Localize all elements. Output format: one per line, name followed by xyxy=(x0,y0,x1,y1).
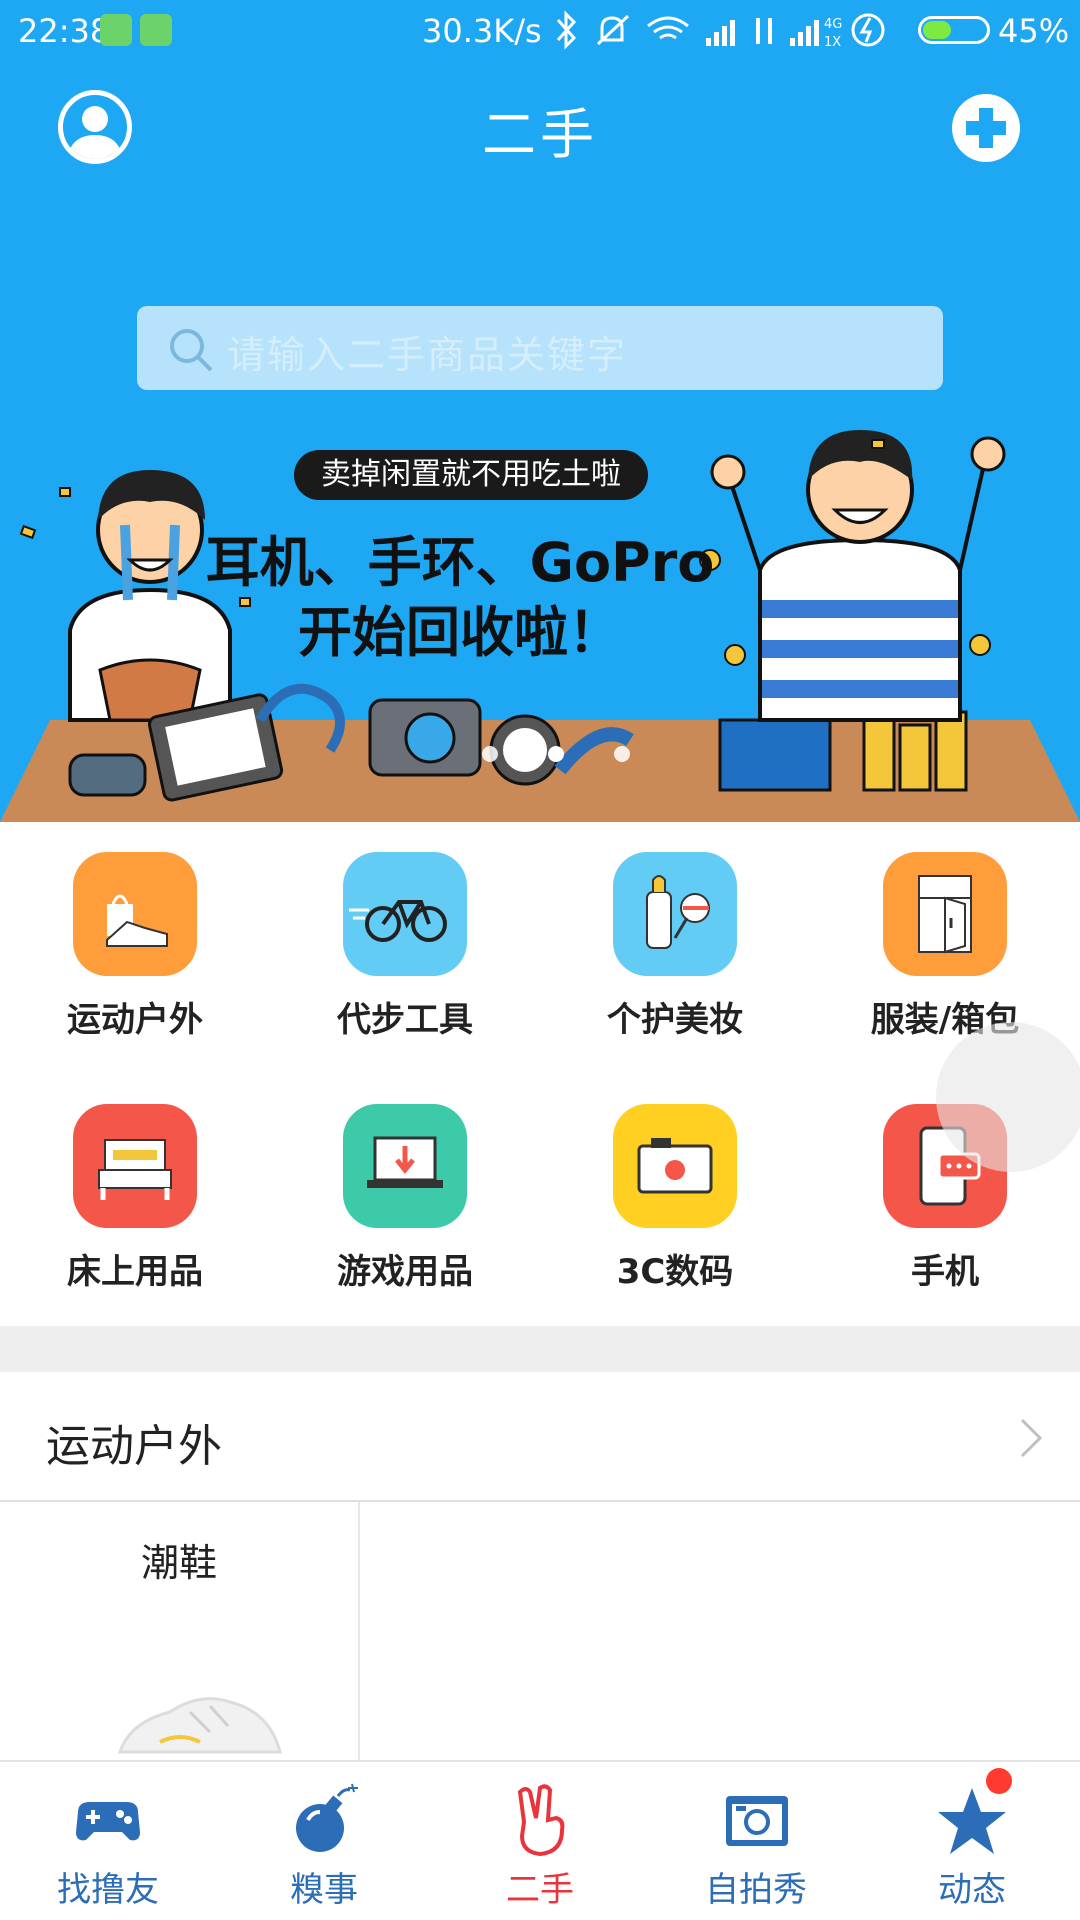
category-bedding[interactable]: 床上用品 xyxy=(0,1074,270,1326)
header: 22:38 30.3K/s 4G 1X 45% 二手 请输入二手商品关键字 卖掉… xyxy=(0,0,1080,822)
bluetooth-icon xyxy=(556,10,577,50)
camera-icon xyxy=(726,1796,788,1846)
nav-item-selfie-show[interactable]: 自拍秀 xyxy=(648,1762,864,1920)
app-screen: 22:38 30.3K/s 4G 1X 45% 二手 请输入二手商品关键字 卖掉… xyxy=(0,0,1080,1920)
pagination-dot xyxy=(548,746,564,762)
bomb-icon xyxy=(296,1783,358,1852)
camera-icon xyxy=(613,1104,737,1228)
category-label: 手机 xyxy=(911,1252,979,1292)
battery-icon xyxy=(918,16,990,44)
shopping-bag-shoe-icon xyxy=(73,852,197,976)
title-bar: 二手 xyxy=(0,62,1080,192)
banner-headline-1: 耳机、手环、GoPro xyxy=(205,531,715,594)
battery-percentage: 45% xyxy=(998,12,1070,50)
cosmetics-icon xyxy=(613,852,737,976)
bicycle-icon xyxy=(343,852,467,976)
pagination-dot xyxy=(614,746,630,762)
happy-man-illustration xyxy=(710,430,1006,722)
search-placeholder: 请输入二手商品关键字 xyxy=(227,333,628,377)
nav-item-second-hand[interactable]: 二手 xyxy=(432,1762,648,1920)
section-divider xyxy=(0,1326,1080,1372)
category-label: 个护美妆 xyxy=(607,1000,743,1040)
subcategory-row: 潮鞋 xyxy=(0,1502,1080,1760)
wardrobe-icon xyxy=(883,852,1007,976)
column-separator xyxy=(358,1502,360,1760)
subcategory-title: 潮鞋 xyxy=(140,1541,217,1585)
notification-badge xyxy=(986,1768,1012,1794)
nav-item-funny-stories[interactable]: 糗事 xyxy=(216,1762,432,1920)
status-bar: 22:38 30.3K/s 4G 1X 45% xyxy=(0,0,1080,62)
section-header[interactable]: 运动户外 xyxy=(0,1372,1080,1502)
status-time: 22:38 xyxy=(18,12,111,50)
star-icon xyxy=(938,1788,1006,1854)
nav-item-activity[interactable]: 动态 xyxy=(864,1762,1080,1920)
pagination-dot xyxy=(482,746,498,762)
gamepad-icon xyxy=(76,1802,140,1841)
category-label: 运动户外 xyxy=(67,1000,203,1040)
data-transfer-icon xyxy=(756,18,819,46)
category-label: 游戏用品 xyxy=(337,1252,473,1292)
network-4g-label: 4G xyxy=(824,17,842,32)
laptop-download-icon xyxy=(343,1104,467,1228)
chevron-right-icon xyxy=(1020,1418,1043,1458)
mute-icon xyxy=(596,14,630,46)
category-grid: 运动户外 代步工具 个护美妆 服装/箱包 床上用品 游戏用品 3C数码 手机 xyxy=(0,822,1080,1326)
category-label: 床上用品 xyxy=(67,1252,203,1292)
category-sports-outdoor[interactable]: 运动户外 xyxy=(0,822,270,1074)
promo-banner[interactable]: 卖掉闲置就不用吃土啦 耳机、手环、GoPro 开始回收啦！ xyxy=(0,420,1080,822)
bed-icon xyxy=(73,1104,197,1228)
sneaker-image xyxy=(117,1697,282,1754)
category-gaming[interactable]: 游戏用品 xyxy=(270,1074,540,1326)
nav-label: 找撸友 xyxy=(57,1870,159,1910)
status-icons: 4G 1X xyxy=(556,10,885,50)
network-speed: 30.3K/s xyxy=(422,12,542,50)
category-beauty[interactable]: 个护美妆 xyxy=(540,822,810,1074)
nav-label: 二手 xyxy=(506,1870,574,1910)
plus-icon xyxy=(966,108,1006,148)
page-title: 二手 xyxy=(482,103,598,166)
notification-battery-app-icon xyxy=(140,14,172,46)
wifi-icon xyxy=(647,16,689,40)
category-label: 代步工具 xyxy=(337,1000,473,1040)
section-title: 运动户外 xyxy=(46,1421,222,1472)
battery-level xyxy=(923,21,951,39)
victory-hand-icon xyxy=(517,1784,565,1857)
add-post-button[interactable] xyxy=(952,94,1020,162)
nav-label: 糗事 xyxy=(290,1870,358,1910)
category-label: 3C数码 xyxy=(616,1252,734,1292)
category-3c-digital[interactable]: 3C数码 xyxy=(540,1074,810,1326)
network-1x-label: 1X xyxy=(824,35,841,50)
signal-icon xyxy=(706,20,735,46)
bottom-navigation: 找撸友 糗事 二手 自拍秀 动态 xyxy=(0,1760,1080,1920)
nav-label: 自拍秀 xyxy=(705,1870,807,1910)
search-bar[interactable]: 请输入二手商品关键字 xyxy=(137,306,943,390)
nav-item-find-friends[interactable]: 找撸友 xyxy=(0,1762,216,1920)
banner-headline-2: 开始回收啦！ xyxy=(298,601,622,664)
category-transport[interactable]: 代步工具 xyxy=(270,822,540,1074)
floating-assistive-ball[interactable] xyxy=(936,1022,1080,1172)
search-icon xyxy=(170,329,213,372)
notification-app-icon xyxy=(100,14,132,46)
banner-tagline: 卖掉闲置就不用吃土啦 xyxy=(294,450,648,500)
subcategory-card[interactable]: 潮鞋 xyxy=(0,1502,358,1760)
nav-label: 动态 xyxy=(938,1870,1006,1910)
